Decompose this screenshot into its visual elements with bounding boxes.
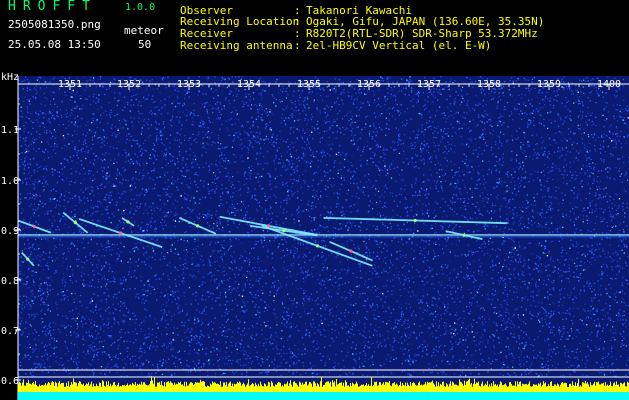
y-tick-label: 0.7: [1, 326, 19, 337]
meteor-count-value: 50: [138, 38, 152, 51]
app-title: HROFFT: [8, 0, 97, 14]
meteor-count-label: meteor: [124, 24, 164, 37]
spectrogram: 1351 1352 1353 1354 1355 1356 1357 1358 1359 1400…: [1, 76, 629, 400]
x-tick-label: 1358: [477, 79, 501, 90]
meteor-echo-peak: [196, 224, 200, 228]
meteor-echo-peak: [315, 244, 319, 248]
x-tick-label: 1400: [597, 79, 621, 90]
meteor-echo-peak: [119, 231, 123, 235]
info-value-antenna: 2el-HB9CV Vertical (el. E-W): [306, 39, 492, 52]
meteor-echo-peak: [349, 249, 353, 253]
image-filename: 2505081350.png: [8, 18, 101, 31]
meteor-echo-peak: [282, 229, 286, 233]
y-tick-label: 1.1: [1, 125, 19, 136]
meteor-echo-peak: [413, 218, 417, 223]
x-tick-label: 1353: [177, 79, 201, 90]
x-tick-label: 1355: [297, 79, 321, 90]
observation-timestamp: 25.05.08 13:50: [8, 38, 101, 51]
x-tick-label: 1352: [117, 79, 141, 90]
info-colon: :: [294, 39, 301, 52]
x-tick-label: 1357: [417, 79, 441, 90]
meteor-echo-peak: [26, 257, 30, 261]
spectrogram-background: [18, 76, 629, 400]
y-tick-label: 0.8: [1, 276, 19, 287]
y-tick-label: 0.6: [1, 376, 19, 387]
x-tick-label: 1359: [537, 79, 561, 90]
x-tick-label: 1354: [237, 79, 261, 90]
meteor-echo-peak: [32, 225, 37, 229]
meteor-echo-peak: [126, 220, 130, 224]
meteor-echo-peak: [73, 221, 78, 225]
meteor-echo-peak: [462, 233, 466, 237]
x-tick-label: 1351: [58, 79, 82, 90]
y-tick-label: 1.0: [1, 176, 19, 187]
app-version: 1.0.0: [125, 2, 156, 13]
info-label-antenna: Receiving antenna: [180, 39, 293, 52]
x-tick-label: 1356: [357, 79, 381, 90]
y-tick-label: 0.9: [1, 226, 19, 237]
